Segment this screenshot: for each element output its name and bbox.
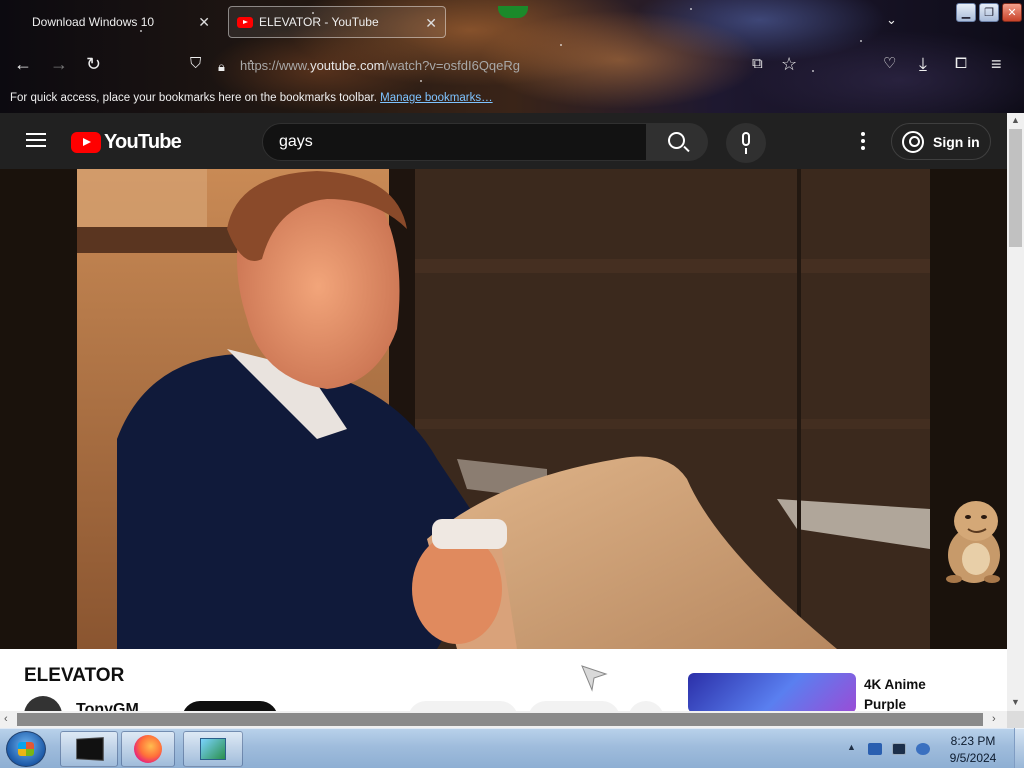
taskbar-item-app[interactable] xyxy=(183,731,243,767)
picture-in-picture-icon[interactable]: ⧉ xyxy=(752,54,763,74)
subscribe-button[interactable] xyxy=(182,701,278,711)
extension-indicator-icon[interactable] xyxy=(498,6,528,18)
terminal-icon xyxy=(76,737,104,761)
scroll-down-arrow-icon[interactable]: ▼ xyxy=(1011,697,1020,707)
video-frame xyxy=(77,169,930,649)
scroll-right-arrow-icon[interactable]: › xyxy=(992,713,996,725)
more-options-icon[interactable] xyxy=(861,132,865,153)
minimize-window-button[interactable]: ▁ xyxy=(956,3,976,22)
horizontal-scrollbar[interactable]: ‹ › xyxy=(0,711,1007,728)
youtube-header: YouTube Sign in xyxy=(0,113,1007,169)
horizontal-scroll-thumb[interactable] xyxy=(17,713,983,726)
address-bar[interactable]: https://www.youtube.com/watch?v=osfdI6Qq… xyxy=(240,58,520,73)
microphone-icon xyxy=(742,132,750,154)
clock-time: 8:23 PM xyxy=(950,734,996,748)
search-input[interactable] xyxy=(279,133,629,151)
tray-app-icon[interactable] xyxy=(868,743,882,755)
tracking-protection-shield-icon[interactable]: ⛉ xyxy=(190,54,201,74)
close-window-button[interactable]: ✕ xyxy=(1002,3,1022,22)
vertical-scrollbar[interactable]: ▲ ▼ xyxy=(1007,113,1024,711)
taskbar-item-firefox[interactable] xyxy=(121,731,175,767)
tab-close-icon[interactable]: ✕ xyxy=(425,15,437,32)
forward-arrow-icon[interactable]: → xyxy=(50,54,68,74)
tab-close-icon[interactable]: ✕ xyxy=(198,14,210,31)
video-info-section: ELEVATOR TonyGM 4K Anime Purple Evenin..… xyxy=(0,649,1007,711)
video-title: ELEVATOR xyxy=(24,665,125,686)
browser-chrome: Download Windows 10 ✕ ELEVATOR - YouTube… xyxy=(0,0,1024,113)
channel-avatar[interactable] xyxy=(24,696,62,711)
guide-menu-icon[interactable] xyxy=(26,133,46,147)
search-icon xyxy=(668,132,685,149)
bookmarks-hint-text: For quick access, place your bookmarks h… xyxy=(10,92,377,104)
reload-icon[interactable]: ↻ xyxy=(86,54,101,74)
scroll-up-arrow-icon[interactable]: ▲ xyxy=(1011,115,1020,125)
share-button[interactable] xyxy=(528,701,620,711)
hamburger-menu-icon[interactable]: ≡ xyxy=(991,54,1002,74)
youtube-favicon-icon xyxy=(237,16,253,28)
taskbar-item-terminal[interactable] xyxy=(60,731,118,767)
manage-bookmarks-link[interactable]: Manage bookmarks… xyxy=(380,92,493,104)
voice-search-button[interactable] xyxy=(726,123,766,163)
account-icon xyxy=(902,130,924,153)
network-icon[interactable] xyxy=(892,743,906,755)
search-box[interactable] xyxy=(262,123,647,161)
youtube-logo[interactable]: YouTube xyxy=(71,131,182,154)
show-hidden-icons-icon[interactable]: ▲ xyxy=(847,742,856,752)
scroll-left-arrow-icon[interactable]: ‹ xyxy=(4,713,8,725)
volume-icon[interactable] xyxy=(916,743,930,755)
sign-in-label: Sign in xyxy=(933,133,980,150)
scrollbar-corner xyxy=(1007,711,1024,728)
video-player[interactable] xyxy=(77,169,930,649)
sign-in-button[interactable]: Sign in xyxy=(891,123,991,160)
url-host: youtube.com xyxy=(310,58,385,73)
back-arrow-icon[interactable]: ← xyxy=(14,54,32,74)
channel-name[interactable]: TonyGM xyxy=(76,701,139,711)
youtube-play-logo-icon xyxy=(71,132,101,153)
url-prefix: https://www. xyxy=(240,58,311,73)
youtube-page: YouTube Sign in xyxy=(0,113,1007,711)
bookmark-star-icon[interactable]: ☆ xyxy=(781,54,797,74)
start-button[interactable] xyxy=(6,731,46,767)
lock-icon[interactable]: 🔒︎ xyxy=(218,57,225,77)
list-all-tabs-icon[interactable]: ⌄ xyxy=(886,12,897,28)
tab-title: ELEVATOR - YouTube xyxy=(259,15,379,29)
recommended-video-thumbnail[interactable] xyxy=(688,673,856,711)
video-area xyxy=(0,169,1007,649)
show-desktop-button[interactable] xyxy=(1014,728,1024,768)
downloads-icon[interactable]: ⤓ xyxy=(919,54,927,74)
tab-download-windows-10[interactable]: Download Windows 10 ✕ xyxy=(20,6,218,38)
vertical-scroll-thumb[interactable] xyxy=(1009,129,1022,247)
application-icon xyxy=(200,738,226,760)
restore-window-button[interactable]: ❐ xyxy=(979,3,999,22)
firefox-icon xyxy=(134,735,162,763)
url-path: /watch?v=osfdI6QqeRg xyxy=(384,58,521,73)
hamster-sticker-image xyxy=(946,501,1000,583)
mouse-pointer-icon xyxy=(581,665,608,692)
search-button[interactable] xyxy=(646,123,708,161)
more-actions-button[interactable] xyxy=(628,701,664,711)
tab-elevator-youtube[interactable]: ELEVATOR - YouTube ✕ xyxy=(228,6,446,38)
bookmarks-toolbar: For quick access, place your bookmarks h… xyxy=(10,92,493,104)
pocket-icon[interactable]: ♡ xyxy=(883,54,896,74)
clock-date: 9/5/2024 xyxy=(949,751,997,765)
extensions-puzzle-icon[interactable]: ⧠ xyxy=(955,54,967,74)
system-clock[interactable]: 8:23 PM 9/5/2024 xyxy=(940,733,1006,767)
tab-title: Download Windows 10 xyxy=(32,15,155,29)
like-dislike-button[interactable] xyxy=(408,701,518,711)
youtube-logo-text: YouTube xyxy=(104,131,182,153)
recommended-video-title[interactable]: 4K Anime Purple Evenin... xyxy=(864,675,964,711)
